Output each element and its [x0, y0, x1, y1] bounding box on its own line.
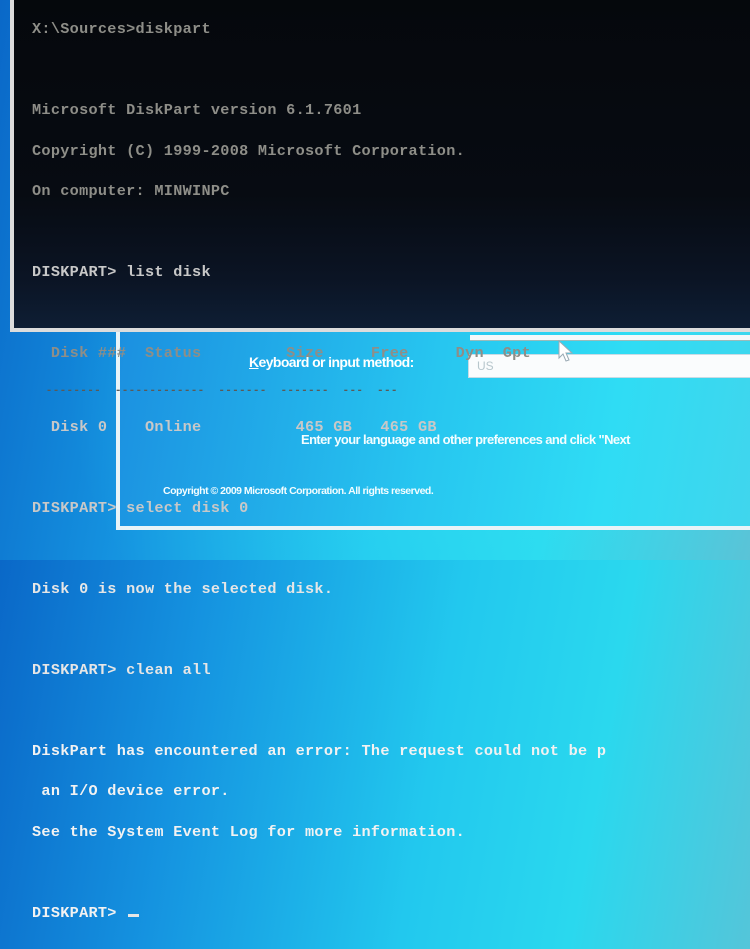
console-prompt-line[interactable]: DISKPART>: [32, 903, 606, 922]
console-line-copyright: Copyright (C) 1999-2008 Microsoft Corpor…: [32, 141, 466, 160]
mouse-pointer-icon: [558, 340, 574, 362]
disk-table-header: Disk ### Status Size Free Dyn Gpt: [32, 344, 531, 362]
console-line-error-1: DiskPart has encountered an error: The r…: [32, 741, 607, 760]
console-line-version: Microsoft DiskPart version 6.1.7601: [32, 101, 362, 119]
console-line-error-3: See the System Event Log for more inform…: [32, 822, 466, 841]
console-line-select-disk: DISKPART> select disk 0: [32, 498, 249, 517]
disk-table-row: Disk 0 Online 465 GB 465 GB: [32, 417, 437, 436]
disk-table-separator: -------- ------------- ------- ------- -…: [32, 384, 398, 397]
text-cursor: [128, 913, 140, 917]
console-line-error-2: an I/O device error.: [32, 782, 230, 800]
console-output: X:\Sources>diskpart Microsoft DiskPart v…: [32, 0, 606, 947]
console-line-clean-all: DISKPART> clean all: [32, 660, 211, 679]
console-prompt: DISKPART>: [32, 903, 127, 922]
console-line-computer: On computer: MINWINPC: [32, 182, 230, 200]
console-line-list-disk: DISKPART> list disk: [32, 263, 211, 281]
console-line-select-result: Disk 0 is now the selected disk.: [32, 579, 334, 598]
console-line-path: X:\Sources>diskpart: [32, 20, 211, 38]
command-prompt-window[interactable]: X:\Sources>diskpart Microsoft DiskPart v…: [10, 0, 750, 920]
